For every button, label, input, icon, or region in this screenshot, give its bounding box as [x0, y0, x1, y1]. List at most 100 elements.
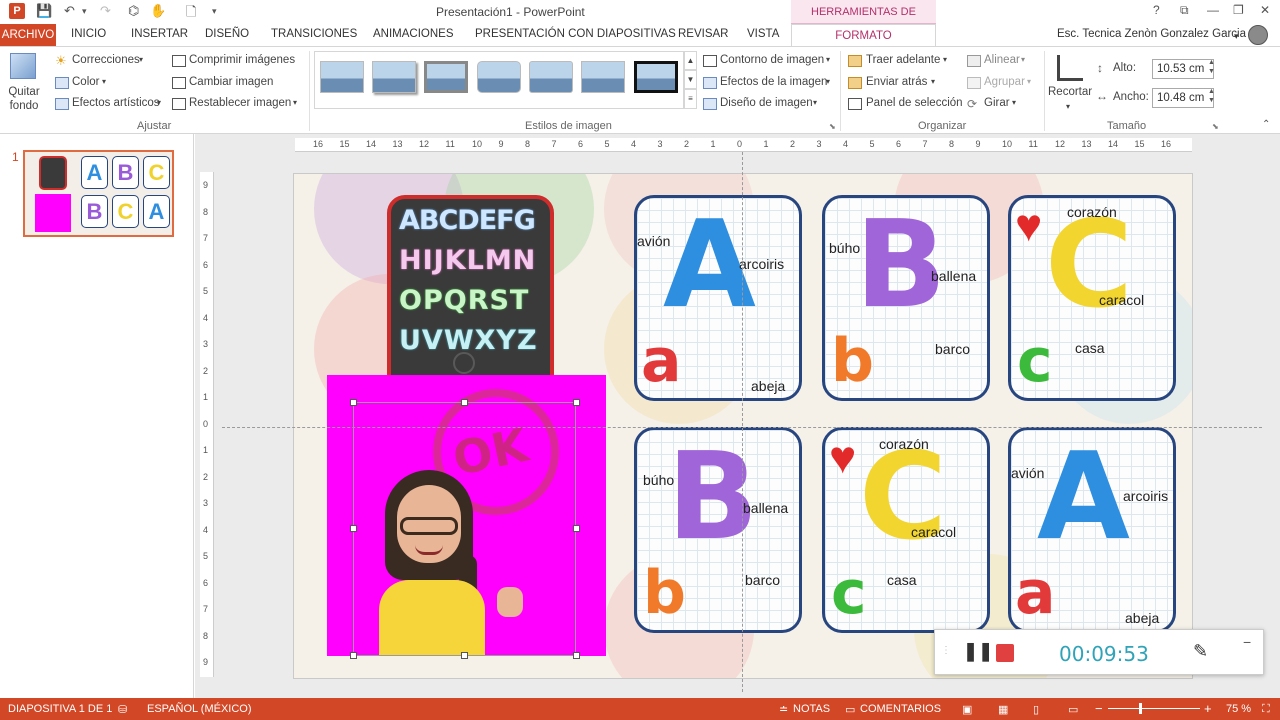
spellcheck-icon[interactable]: ⛁ — [118, 703, 127, 716]
save-icon[interactable]: 💾 — [36, 3, 52, 19]
close-button[interactable]: ✕ — [1260, 3, 1270, 17]
tab-presentacion[interactable]: PRESENTACIÓN CON DIAPOSITIVAS — [475, 28, 676, 40]
send-backward-dropdown-icon[interactable]: ▾ — [931, 77, 935, 86]
resize-handle-tr[interactable] — [573, 399, 580, 406]
align-button[interactable]: Alinear — [984, 54, 1020, 66]
user-dropdown-icon[interactable]: ▾ — [1234, 31, 1239, 42]
tab-vista[interactable]: VISTA — [747, 28, 779, 40]
start-from-beginning-icon[interactable]: ⌬ — [128, 3, 139, 19]
zoom-slider[interactable] — [1108, 708, 1200, 709]
tab-revisar[interactable]: REVISAR — [678, 28, 729, 40]
picture-style-4[interactable] — [477, 61, 521, 93]
artistic-effects-button[interactable]: Efectos artísticos — [72, 97, 160, 109]
color-dropdown-icon[interactable]: ▾ — [102, 77, 106, 86]
tab-formato[interactable]: FORMATO — [791, 24, 936, 47]
gallery-more[interactable]: ≡ — [684, 89, 697, 109]
remove-background-icon[interactable] — [10, 53, 36, 79]
letter-card-c-2[interactable]: ♥ C c corazón caracol casa — [822, 427, 990, 633]
compress-button[interactable]: Comprimir imágenes — [189, 54, 295, 66]
crop-dropdown-icon[interactable]: ▾ — [1066, 102, 1070, 111]
reading-view-icon[interactable]: ▯ — [1033, 703, 1039, 716]
group-dropdown-icon[interactable]: ▾ — [1027, 77, 1031, 86]
redo-icon[interactable]: ↷ — [100, 3, 111, 19]
picture-border-button[interactable]: Contorno de imagen — [720, 54, 824, 66]
height-input[interactable]: 10.53 cm — [1152, 59, 1214, 79]
color-button[interactable]: Color — [72, 76, 99, 88]
alphabet-card[interactable]: ABCDEFG HIJKLMN OPQRST UVWXYZ — [387, 195, 554, 381]
resize-handle-tm[interactable] — [461, 399, 468, 406]
picture-style-5[interactable] — [529, 61, 573, 93]
reset-picture-button[interactable]: Restablecer imagen — [189, 97, 291, 109]
gallery-scroll-up[interactable]: ▲ — [684, 51, 697, 70]
group-button[interactable]: Agrupar — [984, 76, 1025, 88]
zoom-slider-thumb[interactable] — [1139, 703, 1142, 714]
size-launcher-icon[interactable]: ⬊ — [1212, 122, 1219, 131]
user-name[interactable]: Esc. Tecnica Zenòn Gonzalez Garcia — [1057, 28, 1246, 40]
zoom-level[interactable]: 75 % — [1226, 703, 1251, 715]
selection-pane-button[interactable]: Panel de selección — [866, 97, 963, 109]
resize-handle-bm[interactable] — [461, 652, 468, 659]
rotate-button[interactable]: Girar — [984, 97, 1010, 109]
tab-archivo[interactable]: ARCHIVO — [0, 24, 56, 46]
tab-transiciones[interactable]: TRANSICIONES — [271, 28, 357, 40]
height-spinner[interactable]: ▲ ▼ — [1208, 58, 1215, 76]
tab-animaciones[interactable]: ANIMACIONES — [373, 28, 454, 40]
picture-layout-dropdown-icon[interactable]: ▾ — [813, 98, 817, 107]
slide-sorter-icon[interactable]: ▦ — [998, 703, 1008, 716]
minimize-recorder-icon[interactable]: − — [1243, 634, 1251, 650]
touch-mode-icon[interactable]: ✋ — [150, 3, 166, 19]
bring-forward-dropdown-icon[interactable]: ▾ — [943, 55, 947, 64]
width-spinner[interactable]: ▲ ▼ — [1208, 87, 1215, 105]
resize-handle-bl[interactable] — [350, 652, 357, 659]
picture-layout-button[interactable]: Diseño de imagen — [720, 97, 813, 109]
corrections-button[interactable]: Correcciones — [72, 54, 140, 66]
picture-effects-button[interactable]: Efectos de la imagen — [720, 76, 827, 88]
send-backward-button[interactable]: Enviar atrás — [866, 76, 927, 88]
artistic-effects-dropdown-icon[interactable]: ▾ — [157, 98, 161, 107]
fit-slide-icon[interactable]: ⛶ — [1262, 703, 1270, 716]
rotate-handle-icon[interactable] — [453, 352, 475, 374]
normal-view-icon[interactable]: ▣ — [962, 703, 972, 716]
zoom-out-icon[interactable]: − — [1095, 701, 1103, 716]
tab-insertar[interactable]: INSERTAR — [131, 28, 188, 40]
letter-card-b-2[interactable]: B b búho ballena barco — [634, 427, 802, 633]
corrections-dropdown-icon[interactable]: ▾ — [139, 55, 143, 64]
resize-handle-tl[interactable] — [350, 399, 357, 406]
stop-icon[interactable] — [996, 644, 1014, 662]
letter-card-c[interactable]: ♥ C c corazón caracol casa — [1008, 195, 1176, 401]
restore-button[interactable]: ❐ — [1233, 3, 1244, 17]
letter-card-a-2[interactable]: A a avión arcoiris abeja — [1008, 427, 1176, 633]
vertical-guide[interactable] — [742, 152, 743, 692]
slide-canvas[interactable]: ABCDEFG HIJKLMN OPQRST UVWXYZ OK A a avi… — [293, 173, 1193, 679]
resize-handle-mr[interactable] — [573, 525, 580, 532]
width-input[interactable]: 10.48 cm — [1152, 88, 1214, 108]
pen-icon[interactable]: ✎ — [1193, 641, 1208, 662]
new-file-icon[interactable]: 🗋 — [186, 3, 196, 25]
crop-button[interactable]: Recortar — [1048, 86, 1092, 98]
picture-border-dropdown-icon[interactable]: ▾ — [826, 55, 830, 64]
drag-handle-icon[interactable]: ⋮ — [941, 645, 951, 656]
tab-inicio[interactable]: INICIO — [71, 28, 106, 40]
pause-icon[interactable]: ❚❚ — [963, 641, 993, 662]
bring-forward-button[interactable]: Traer adelante — [866, 54, 940, 66]
remove-background-button[interactable]: Quitar fondo — [6, 85, 42, 113]
gallery-scroll-down[interactable]: ▼ — [684, 70, 697, 89]
avatar[interactable] — [1248, 25, 1268, 45]
picture-effects-dropdown-icon[interactable]: ▾ — [826, 77, 830, 86]
undo-dropdown-icon[interactable]: ▾ — [82, 6, 87, 17]
slide-thumbnail[interactable]: A B C B C A — [23, 150, 174, 237]
resize-handle-ml[interactable] — [350, 525, 357, 532]
undo-icon[interactable]: ↶ — [64, 3, 75, 19]
reset-dropdown-icon[interactable]: ▾ — [293, 98, 297, 107]
ribbon-display-icon[interactable]: ⧉ — [1180, 3, 1189, 18]
language-indicator[interactable]: ESPAÑOL (MÉXICO) — [147, 703, 252, 715]
picture-style-1[interactable] — [320, 61, 364, 93]
zoom-in-icon[interactable]: + — [1204, 701, 1212, 716]
comments-button[interactable]: COMENTARIOS — [860, 703, 941, 715]
slideshow-icon[interactable]: ▭ — [1068, 703, 1078, 716]
tab-diseno[interactable]: DISEÑO — [205, 28, 249, 40]
change-picture-button[interactable]: Cambiar imagen — [189, 76, 273, 88]
minimize-button[interactable]: — — [1207, 3, 1219, 17]
notes-button[interactable]: NOTAS — [793, 703, 830, 715]
format-picture-launcher-icon[interactable]: ⬊ — [829, 122, 836, 131]
